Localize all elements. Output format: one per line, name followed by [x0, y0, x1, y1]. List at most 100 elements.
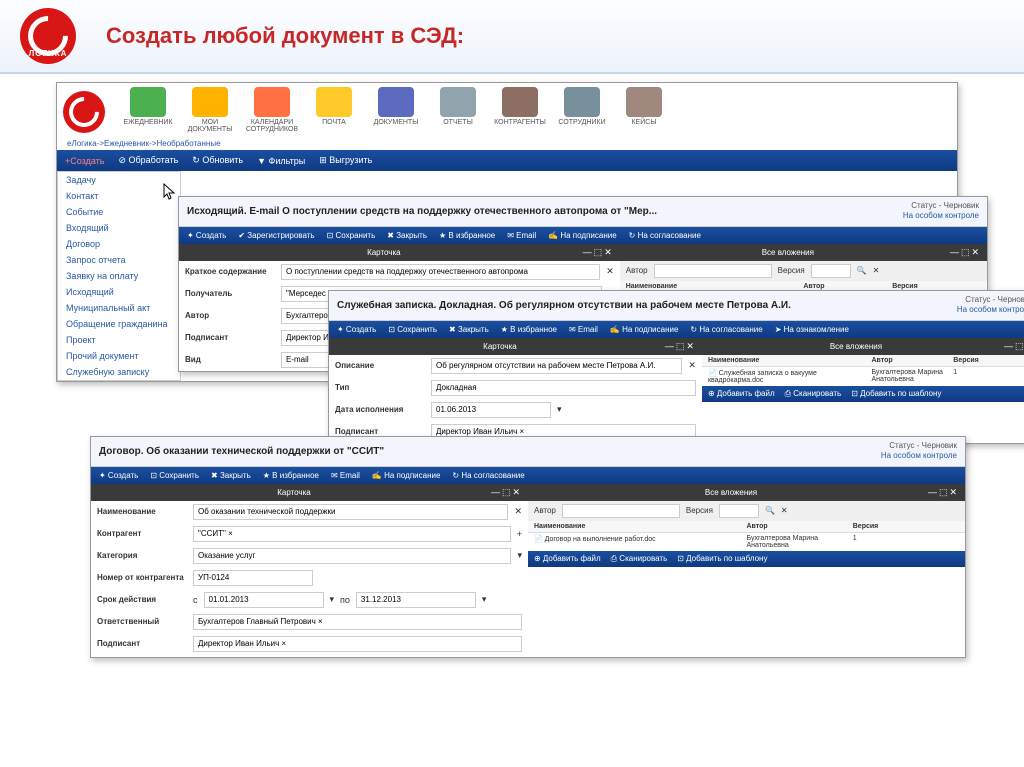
doc1-action[interactable]: ✔ Зарегистрировать — [238, 231, 314, 240]
close-icon[interactable]: ✕ — [686, 341, 696, 352]
expand-icon[interactable]: ⬚ — [939, 487, 950, 498]
doc2-attach-action[interactable]: ⊕ Добавить файл — [708, 389, 775, 399]
doc2-attach-action[interactable]: ⊡ Добавить по шаблону — [851, 389, 941, 399]
doc1-action[interactable]: ✦ Создать — [187, 231, 226, 240]
doc2-attachment-row[interactable]: 📄 Служебная записка о вакууме квадрокарм… — [702, 367, 1024, 386]
create-menu-item[interactable]: Муниципальный акт — [58, 300, 180, 316]
create-menu-item[interactable]: Проект — [58, 332, 180, 348]
create-menu-item[interactable]: Заявку на оплату — [58, 268, 180, 284]
doc2-action[interactable]: ✖ Закрыть — [449, 325, 489, 334]
doc3-action[interactable]: ✉ Email — [331, 471, 360, 480]
expand-icon[interactable]: ⬚ — [961, 247, 972, 258]
minimize-icon[interactable]: — — [950, 247, 961, 257]
minimize-icon[interactable]: — — [928, 487, 939, 497]
doc2-action[interactable]: ⊡ Сохранить — [388, 325, 437, 334]
doc2-action[interactable]: ✦ Создать — [337, 325, 376, 334]
doc1-action[interactable]: ✉ Email — [507, 231, 536, 240]
clear-icon[interactable]: ✕ — [781, 506, 788, 515]
breadcrumb[interactable]: еЛогика->Ежедневник->Необработанные — [57, 137, 957, 150]
menu-refresh[interactable]: ↻ Обновить — [192, 155, 243, 166]
doc3-signer[interactable] — [193, 636, 522, 652]
doc1-subject[interactable] — [281, 264, 600, 280]
clear-icon[interactable]: ✕ — [606, 266, 614, 277]
create-menu-item[interactable]: Задачу — [58, 172, 180, 188]
create-menu-item[interactable]: Контакт — [58, 188, 180, 204]
doc3-action[interactable]: ✍ На подписание — [372, 471, 441, 480]
expand-icon[interactable]: ⬚ — [502, 487, 513, 498]
expand-icon[interactable]: ⬚ — [1015, 341, 1024, 352]
doc3-action[interactable]: ✦ Создать — [99, 471, 138, 480]
doc2-action[interactable]: ➤ На ознакомление — [775, 325, 849, 334]
create-menu-item[interactable]: Событие — [58, 204, 180, 220]
create-menu-item[interactable]: Служебную записку — [58, 364, 180, 380]
doc2-action[interactable]: ✉ Email — [569, 325, 598, 334]
create-menu-item[interactable]: Прочий документ — [58, 348, 180, 364]
doc2-action[interactable]: ★ В избранное — [501, 325, 557, 334]
doc3-number[interactable] — [193, 570, 313, 586]
minimize-icon[interactable]: — — [665, 341, 676, 351]
doc2-type[interactable] — [431, 380, 696, 396]
app-logo-small[interactable] — [63, 91, 105, 133]
create-menu-item[interactable]: Входящий — [58, 220, 180, 236]
doc3-attachment-row[interactable]: 📄 Договор на выполнение работ.docБухгалт… — [528, 533, 965, 551]
doc1-filter-author[interactable] — [654, 264, 772, 278]
doc3-category[interactable] — [193, 548, 511, 564]
doc1-action[interactable]: ⊡ Сохранить — [327, 231, 376, 240]
chevron-down-icon[interactable]: ▾ — [517, 550, 522, 561]
doc1-action[interactable]: ★ В избранное — [439, 231, 495, 240]
close-icon[interactable]: ✕ — [604, 247, 614, 258]
close-icon[interactable]: ✕ — [949, 487, 959, 498]
toolbar-4[interactable]: ДОКУМЕНТЫ — [367, 87, 425, 133]
close-icon[interactable]: ✕ — [971, 247, 981, 258]
toolbar-2[interactable]: КАЛЕНДАРИ СОТРУДНИКОВ — [243, 87, 301, 133]
expand-icon[interactable]: ⬚ — [594, 247, 605, 258]
doc3-action[interactable]: ★ В избранное — [263, 471, 319, 480]
clear-icon[interactable]: ✕ — [688, 360, 696, 371]
minimize-icon[interactable]: — — [491, 487, 502, 497]
menu-process[interactable]: ⊘ Обработать — [118, 155, 178, 166]
doc1-action[interactable]: ✍ На подписание — [548, 231, 617, 240]
expand-icon[interactable]: ⬚ — [676, 341, 687, 352]
menu-filters[interactable]: ▼ Фильтры — [257, 156, 305, 166]
doc3-name[interactable] — [193, 504, 508, 520]
doc2-date[interactable] — [431, 402, 551, 418]
menu-create[interactable]: +Создать — [65, 156, 104, 166]
create-menu-item[interactable]: Запрос отчета — [58, 252, 180, 268]
minimize-icon[interactable]: — — [583, 247, 594, 257]
doc2-action[interactable]: ↻ На согласование — [690, 325, 762, 334]
doc3-attach-action[interactable]: ⊡ Добавить по шаблону — [677, 554, 767, 564]
toolbar-5[interactable]: ОТЧЕТЫ — [429, 87, 487, 133]
add-icon[interactable]: + — [517, 529, 522, 539]
doc3-action[interactable]: ↻ На согласование — [452, 471, 524, 480]
doc3-period-from[interactable] — [204, 592, 324, 608]
toolbar-8[interactable]: КЕЙСЫ — [615, 87, 673, 133]
doc3-attach-action[interactable]: ⊕ Добавить файл — [534, 554, 601, 564]
doc3-filter-version[interactable] — [719, 504, 759, 518]
toolbar-0[interactable]: ЕЖЕДНЕВНИК — [119, 87, 177, 133]
menu-export[interactable]: ⊞ Выгрузить — [319, 155, 372, 166]
create-menu-item[interactable]: Договор — [58, 236, 180, 252]
toolbar-7[interactable]: СОТРУДНИКИ — [553, 87, 611, 133]
calendar-icon[interactable]: ▾ — [330, 594, 335, 605]
doc3-attach-action[interactable]: ⎙ Сканировать — [611, 554, 668, 564]
create-menu-item[interactable]: Обращение гражданина — [58, 316, 180, 332]
doc1-action[interactable]: ✖ Закрыть — [387, 231, 427, 240]
close-icon[interactable]: ✕ — [512, 487, 522, 498]
clear-icon[interactable]: ✕ — [873, 266, 880, 275]
doc3-responsible[interactable] — [193, 614, 522, 630]
toolbar-1[interactable]: МОИ ДОКУМЕНТЫ — [181, 87, 239, 133]
calendar-icon[interactable]: ▾ — [482, 594, 487, 605]
search-icon[interactable]: 🔍 — [857, 266, 867, 275]
doc1-filter-version[interactable] — [811, 264, 851, 278]
calendar-icon[interactable]: ▾ — [557, 404, 562, 415]
doc2-desc[interactable] — [431, 358, 682, 374]
doc3-period-to[interactable] — [356, 592, 476, 608]
create-menu-item[interactable]: Исходящий — [58, 284, 180, 300]
doc3-filter-author[interactable] — [562, 504, 680, 518]
search-icon[interactable]: 🔍 — [765, 506, 775, 515]
clear-icon[interactable]: ✕ — [514, 506, 522, 517]
toolbar-3[interactable]: ПОЧТА — [305, 87, 363, 133]
doc2-action[interactable]: ✍ На подписание — [610, 325, 679, 334]
doc2-attach-action[interactable]: ⎙ Сканировать — [785, 389, 842, 399]
minimize-icon[interactable]: — — [1004, 341, 1015, 351]
